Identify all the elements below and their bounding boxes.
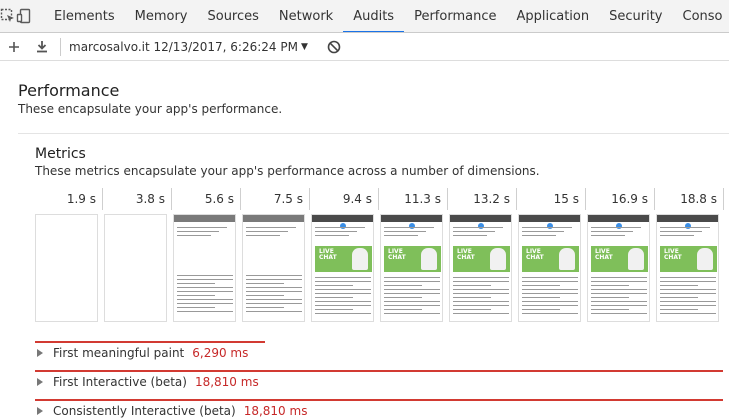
expand-arrow-icon[interactable] bbox=[37, 407, 43, 415]
filmstrip-frame: 11.3 s LIVE CHAT bbox=[380, 188, 448, 322]
metric-name: First meaningful paint 6,290 ms bbox=[53, 346, 249, 360]
hero-banner-text: LIVE CHAT bbox=[595, 248, 613, 261]
tab-security[interactable]: Security bbox=[599, 0, 672, 32]
frame-thumbnail bbox=[173, 214, 236, 322]
metric-value: 6,290 ms bbox=[192, 346, 249, 360]
report-selector[interactable]: marcosalvo.it 12/13/2017, 6:26:24 PM ▼ bbox=[69, 40, 308, 54]
frame-thumbnail bbox=[242, 214, 305, 322]
filmstrip-frame: 18.8 s LIVE CHAT bbox=[656, 188, 724, 322]
frame-timestamp: 15 s bbox=[518, 188, 586, 210]
frame-timestamp: 13.2 s bbox=[449, 188, 517, 210]
tab-elements[interactable]: Elements bbox=[44, 0, 125, 32]
frame-thumbnail bbox=[104, 214, 167, 322]
inspect-element-icon[interactable] bbox=[0, 0, 16, 32]
chevron-down-icon: ▼ bbox=[300, 41, 308, 52]
clear-all-button[interactable] bbox=[324, 37, 344, 57]
filmstrip-frame: 13.2 s LIVE CHAT bbox=[449, 188, 517, 322]
frame-thumbnail: LIVE CHAT bbox=[380, 214, 443, 322]
metric-row[interactable]: First meaningful paint 6,290 ms bbox=[35, 341, 723, 369]
frame-thumbnail: LIVE CHAT bbox=[587, 214, 650, 322]
tab-audits[interactable]: Audits bbox=[343, 0, 404, 32]
panel-tabs: Elements Memory Sources Network Audits Perfor… bbox=[44, 0, 729, 32]
download-report-button[interactable] bbox=[28, 33, 56, 61]
devtools-tabbar: Elements Memory Sources Network Audits Perfor… bbox=[0, 0, 729, 33]
filmstrip-frame: 7.5 s bbox=[242, 188, 310, 322]
metrics-title: Metrics bbox=[35, 146, 86, 162]
hero-banner-text: LIVE CHAT bbox=[319, 248, 337, 261]
frame-thumbnail: LIVE CHAT bbox=[518, 214, 581, 322]
device-toolbar-icon[interactable] bbox=[16, 0, 32, 32]
toolbar-separator bbox=[60, 37, 61, 56]
metric-name: Consistently Interactive (beta) 18,810 ms bbox=[53, 404, 308, 418]
metric-value: 18,810 ms bbox=[194, 375, 259, 389]
frame-timestamp: 3.8 s bbox=[104, 188, 172, 210]
frame-thumbnail: LIVE CHAT bbox=[656, 214, 719, 322]
hero-banner-text: LIVE CHAT bbox=[388, 248, 406, 261]
frame-timestamp: 5.6 s bbox=[173, 188, 241, 210]
hero-banner-text: LIVE CHAT bbox=[526, 248, 544, 261]
frame-thumbnail: LIVE CHAT bbox=[311, 214, 374, 322]
filmstrip-frame: 5.6 s bbox=[173, 188, 241, 322]
frame-timestamp: 7.5 s bbox=[242, 188, 310, 210]
section-title: Performance bbox=[18, 81, 120, 100]
metric-timeline-bar bbox=[35, 399, 723, 401]
tab-memory[interactable]: Memory bbox=[125, 0, 198, 32]
tab-application[interactable]: Application bbox=[506, 0, 599, 32]
hero-banner-text: LIVE CHAT bbox=[664, 248, 682, 261]
frame-timestamp: 18.8 s bbox=[656, 188, 724, 210]
new-audit-button[interactable] bbox=[0, 33, 28, 61]
expand-arrow-icon[interactable] bbox=[37, 349, 43, 357]
metric-value: 18,810 ms bbox=[243, 404, 308, 418]
frame-timestamp: 1.9 s bbox=[35, 188, 103, 210]
frame-timestamp: 11.3 s bbox=[380, 188, 448, 210]
section-divider bbox=[18, 133, 729, 134]
filmstrip-frame: 9.4 s LIVE CHAT bbox=[311, 188, 379, 322]
download-icon bbox=[37, 41, 47, 53]
frame-thumbnail: LIVE CHAT bbox=[449, 214, 512, 322]
tab-network[interactable]: Network bbox=[269, 0, 343, 32]
metric-name: First Interactive (beta) 18,810 ms bbox=[53, 375, 259, 389]
filmstrip-frame: 15 s LIVE CHAT bbox=[518, 188, 586, 322]
plus-icon bbox=[9, 41, 19, 52]
metric-row[interactable]: Consistently Interactive (beta) 18,810 ms bbox=[35, 399, 723, 418]
audit-report: Performance These encapsulate your app's… bbox=[0, 62, 729, 418]
tab-conso[interactable]: Conso bbox=[673, 0, 729, 32]
audits-toolbar: marcosalvo.it 12/13/2017, 6:26:24 PM ▼ bbox=[0, 33, 729, 61]
hero-banner-text: LIVE CHAT bbox=[457, 248, 475, 261]
filmstrip-frame: 1.9 s bbox=[35, 188, 103, 322]
metrics-description: These metrics encapsulate your app's per… bbox=[35, 164, 540, 178]
filmstrip: 1.9 s 3.8 s 5.6 s 7.5 s 9.4 s LIVE CHAT 11.3 s… bbox=[35, 188, 725, 324]
frame-timestamp: 9.4 s bbox=[311, 188, 379, 210]
metric-row[interactable]: First Interactive (beta) 18,810 ms bbox=[35, 370, 723, 398]
metric-timeline-bar bbox=[35, 341, 265, 343]
filmstrip-frame: 16.9 s LIVE CHAT bbox=[587, 188, 655, 322]
frame-timestamp: 16.9 s bbox=[587, 188, 655, 210]
section-description: These encapsulate your app's performance… bbox=[18, 102, 283, 116]
report-selector-label: marcosalvo.it 12/13/2017, 6:26:24 PM bbox=[69, 39, 298, 54]
block-icon bbox=[327, 40, 341, 53]
expand-arrow-icon[interactable] bbox=[37, 378, 43, 386]
tab-performance[interactable]: Performance bbox=[404, 0, 506, 32]
filmstrip-frame: 3.8 s bbox=[104, 188, 172, 322]
frame-thumbnail bbox=[35, 214, 98, 322]
tab-sources[interactable]: Sources bbox=[197, 0, 268, 32]
metric-timeline-bar bbox=[35, 370, 723, 372]
